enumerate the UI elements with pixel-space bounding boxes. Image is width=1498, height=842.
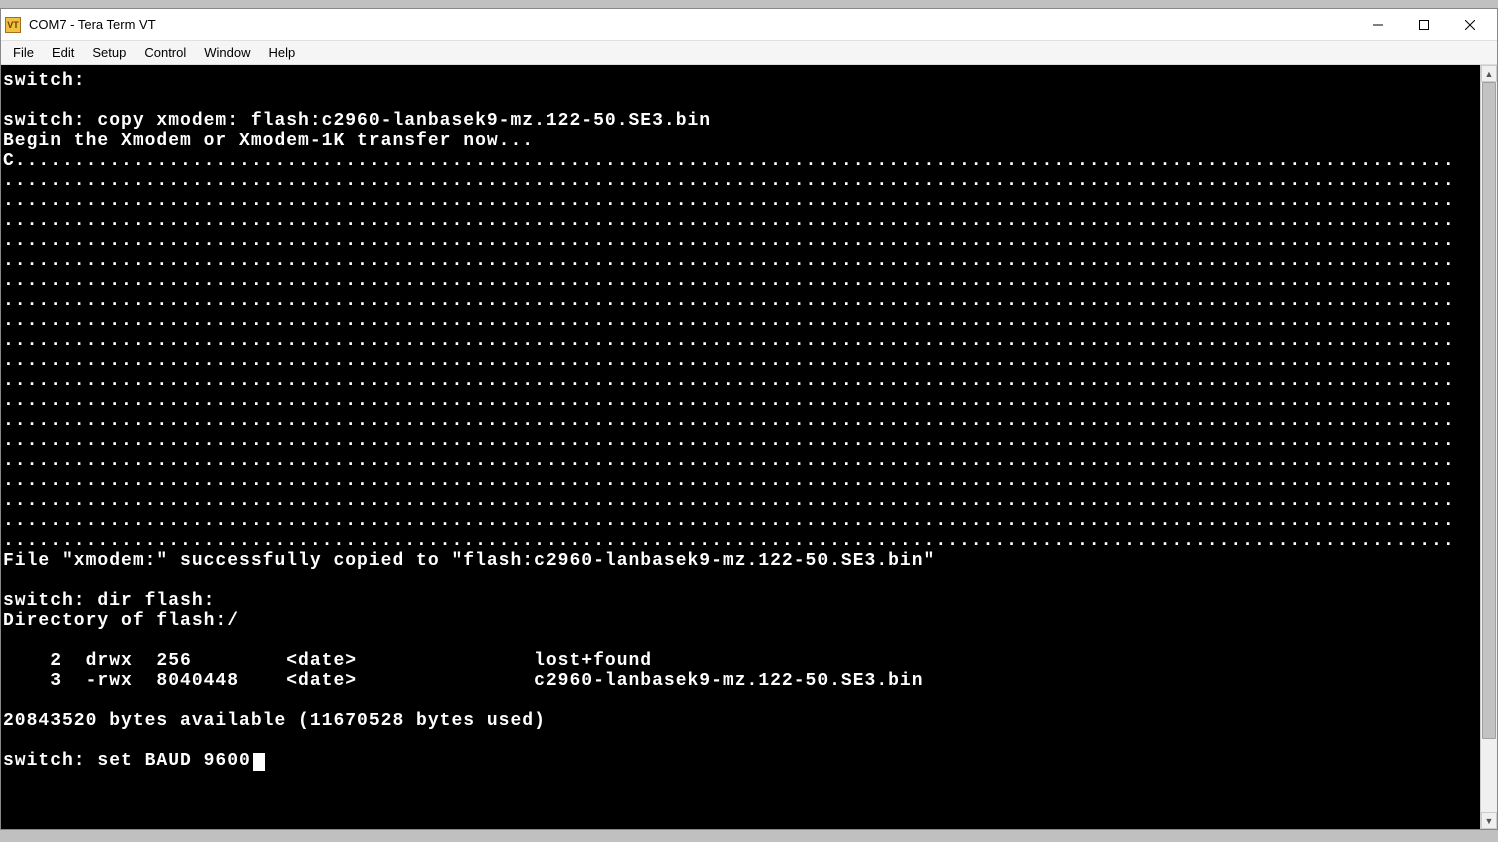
menu-control[interactable]: Control <box>136 43 194 62</box>
menu-file[interactable]: File <box>5 43 42 62</box>
menu-edit[interactable]: Edit <box>44 43 82 62</box>
terminal-wrap: switch: switch: copy xmodem: flash:c2960… <box>1 65 1497 829</box>
terminal-output[interactable]: switch: switch: copy xmodem: flash:c2960… <box>1 65 1480 829</box>
menu-setup[interactable]: Setup <box>84 43 134 62</box>
maximize-button[interactable] <box>1401 10 1447 40</box>
menubar: File Edit Setup Control Window Help <box>1 41 1497 65</box>
scroll-down-button[interactable]: ▼ <box>1481 812 1497 829</box>
menu-window[interactable]: Window <box>196 43 258 62</box>
scroll-track[interactable] <box>1481 82 1497 812</box>
scroll-thumb[interactable] <box>1482 82 1496 739</box>
close-button[interactable] <box>1447 10 1493 40</box>
app-icon: VT <box>5 17 21 33</box>
vertical-scrollbar[interactable]: ▲ ▼ <box>1480 65 1497 829</box>
titlebar[interactable]: VT COM7 - Tera Term VT <box>1 9 1497 41</box>
minimize-button[interactable] <box>1355 10 1401 40</box>
window-title: COM7 - Tera Term VT <box>29 17 1355 32</box>
app-window: VT COM7 - Tera Term VT File Edit Setup C… <box>0 8 1498 830</box>
window-controls <box>1355 10 1493 40</box>
scroll-up-button[interactable]: ▲ <box>1481 65 1497 82</box>
terminal-cursor <box>253 753 265 771</box>
menu-help[interactable]: Help <box>261 43 304 62</box>
